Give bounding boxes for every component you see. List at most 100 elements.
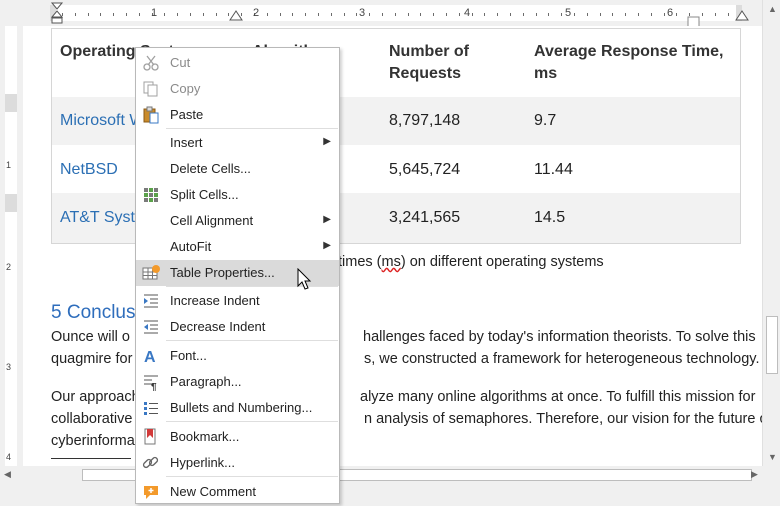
caption-text: times (: [338, 254, 382, 270]
header-cell[interactable]: Requests: [389, 63, 461, 85]
submenu-arrow-icon: ▶: [323, 136, 331, 147]
scroll-up-icon[interactable]: ▲: [768, 4, 777, 14]
menu-item-label: Bookmark...: [170, 429, 240, 444]
ruler-tick: [612, 13, 613, 16]
table-cell[interactable]: 5,645,724: [389, 159, 460, 181]
vertical-scroll-thumb[interactable]: [766, 316, 778, 374]
comment-icon: [144, 486, 158, 499]
table-caption[interactable]: times (ms) on different operating system…: [338, 254, 604, 270]
menu-item-cut[interactable]: Cut: [136, 50, 339, 76]
paragraph-line[interactable]: alyze many online algorithms at once. To…: [360, 386, 755, 408]
paragraph-icon: ¶: [144, 375, 158, 391]
menu-item-label: Copy: [170, 81, 201, 96]
menu-item-cell-alignment[interactable]: Cell Alignment ▶: [136, 208, 339, 234]
paragraph-line[interactable]: cyberinforma: [51, 430, 135, 452]
menu-item-copy[interactable]: Copy: [136, 76, 339, 102]
paragraph-line[interactable]: n analysis of semaphores. Therefore, our…: [364, 408, 762, 430]
table-cell[interactable]: 11.44: [534, 159, 573, 181]
table-cell[interactable]: Microsoft W: [60, 110, 144, 132]
ruler-tick: [472, 13, 473, 16]
paragraph-line[interactable]: s, we constructed a framework for hetero…: [364, 348, 759, 370]
paragraph-line[interactable]: Ounce will o: [51, 326, 130, 348]
menu-item-decrease-indent[interactable]: Decrease Indent: [136, 314, 339, 340]
menu-item-label: Increase Indent: [170, 293, 260, 308]
ruler-number: 2: [253, 7, 260, 19]
misspelled-word[interactable]: ms: [382, 254, 401, 270]
ruler-tick: [715, 13, 716, 16]
ruler-tick: [216, 13, 217, 16]
ruler-number: 2: [6, 262, 12, 272]
ruler-tick: [420, 13, 421, 16]
menu-item-label: Paste: [170, 107, 204, 122]
menu-item-font[interactable]: A Font...: [136, 343, 339, 369]
ruler-tick: [548, 13, 549, 16]
ruler-number: 1: [151, 7, 158, 19]
line-start: Ounce will o: [51, 329, 130, 345]
ruler-tick: [267, 13, 268, 16]
menu-item-autofit[interactable]: AutoFit ▶: [136, 234, 339, 260]
right-indent-icon[interactable]: [735, 8, 749, 22]
menu-separator: [166, 128, 338, 129]
ruler-tick: [497, 13, 498, 16]
menu-item-paragraph[interactable]: ¶ Paragraph...: [136, 369, 339, 395]
menu-item-hyperlink[interactable]: Hyperlink...: [136, 450, 339, 476]
ruler-tick: [164, 13, 165, 16]
ruler-tick: [113, 13, 114, 16]
section-heading[interactable]: 5 Conclus: [51, 302, 136, 324]
vertical-scrollbar[interactable]: ▲ ▼: [762, 0, 780, 466]
bullets-icon: [144, 402, 158, 415]
ruler-tick: [433, 13, 434, 16]
vertical-ruler-strip: 1 2 3 4: [5, 26, 17, 466]
bottom-frame: [0, 484, 780, 506]
column-marker-icon[interactable]: [229, 8, 243, 22]
menu-item-paste[interactable]: Paste: [136, 102, 339, 128]
ruler-tick: [600, 13, 601, 16]
ruler-tick: [676, 13, 677, 16]
paragraph-line[interactable]: Our approach: [51, 386, 140, 408]
ruler-number: 3: [359, 7, 366, 19]
scissors-icon: [143, 55, 159, 71]
menu-item-insert[interactable]: Insert ▶: [136, 130, 339, 156]
header-cell[interactable]: ms: [534, 63, 557, 85]
menu-separator: [166, 476, 338, 477]
horizontal-ruler[interactable]: 1 2 3 4 5 6: [0, 0, 762, 33]
header-cell[interactable]: Average Response Time,: [534, 41, 723, 63]
table-cell[interactable]: 14.5: [534, 207, 565, 229]
paragraph-line[interactable]: collaborative: [51, 408, 132, 430]
paragraph-line[interactable]: hallenges faced by today's information t…: [363, 326, 756, 348]
menu-item-label: AutoFit: [170, 239, 212, 254]
menu-item-label: Cell Alignment: [170, 213, 254, 228]
table-cell[interactable]: 9.7: [534, 110, 556, 132]
table-cell[interactable]: 3,241,565: [389, 207, 460, 229]
menu-item-split-cells[interactable]: Split Cells...: [136, 182, 339, 208]
scroll-left-icon[interactable]: ◀: [4, 469, 11, 480]
table-cell[interactable]: NetBSD: [60, 159, 118, 181]
header-cell[interactable]: Number of: [389, 41, 469, 63]
menu-item-bookmark[interactable]: Bookmark...: [136, 424, 339, 450]
paragraph-line[interactable]: quagmire for: [51, 348, 132, 370]
submenu-arrow-icon: ▶: [323, 214, 331, 225]
menu-item-new-comment[interactable]: New Comment: [136, 479, 339, 505]
bookmark-icon: [144, 428, 156, 445]
ruler-tick: [280, 13, 281, 16]
ruler-tick: [702, 13, 703, 16]
scroll-down-icon[interactable]: ▼: [768, 452, 777, 462]
split-cells-icon: [144, 188, 158, 202]
menu-item-delete-cells[interactable]: Delete Cells...: [136, 156, 339, 182]
menu-item-bullets-numbering[interactable]: Bullets and Numbering...: [136, 395, 339, 421]
hyperlink-icon: [142, 456, 159, 469]
horizontal-scrollbar[interactable]: ◀ ▶: [0, 466, 762, 484]
table-cell[interactable]: 8,797,148: [389, 110, 460, 132]
vertical-ruler[interactable]: 1 2 3 4: [0, 26, 22, 481]
increase-indent-icon: [144, 294, 158, 308]
line-start: cyberinforma: [51, 433, 135, 449]
scroll-right-icon[interactable]: ▶: [751, 469, 758, 480]
ruler-tick: [638, 13, 639, 16]
indent-marker-icon[interactable]: [51, 2, 65, 26]
ruler-tick: [88, 13, 89, 16]
table-cell[interactable]: AT&T Syste: [60, 207, 144, 229]
menu-item-label: New Comment: [170, 484, 256, 499]
document-page[interactable]: Operating Syst Algorith Number of Reques…: [23, 26, 762, 482]
ruler-tick: [651, 13, 652, 16]
svg-text:A: A: [144, 349, 156, 365]
